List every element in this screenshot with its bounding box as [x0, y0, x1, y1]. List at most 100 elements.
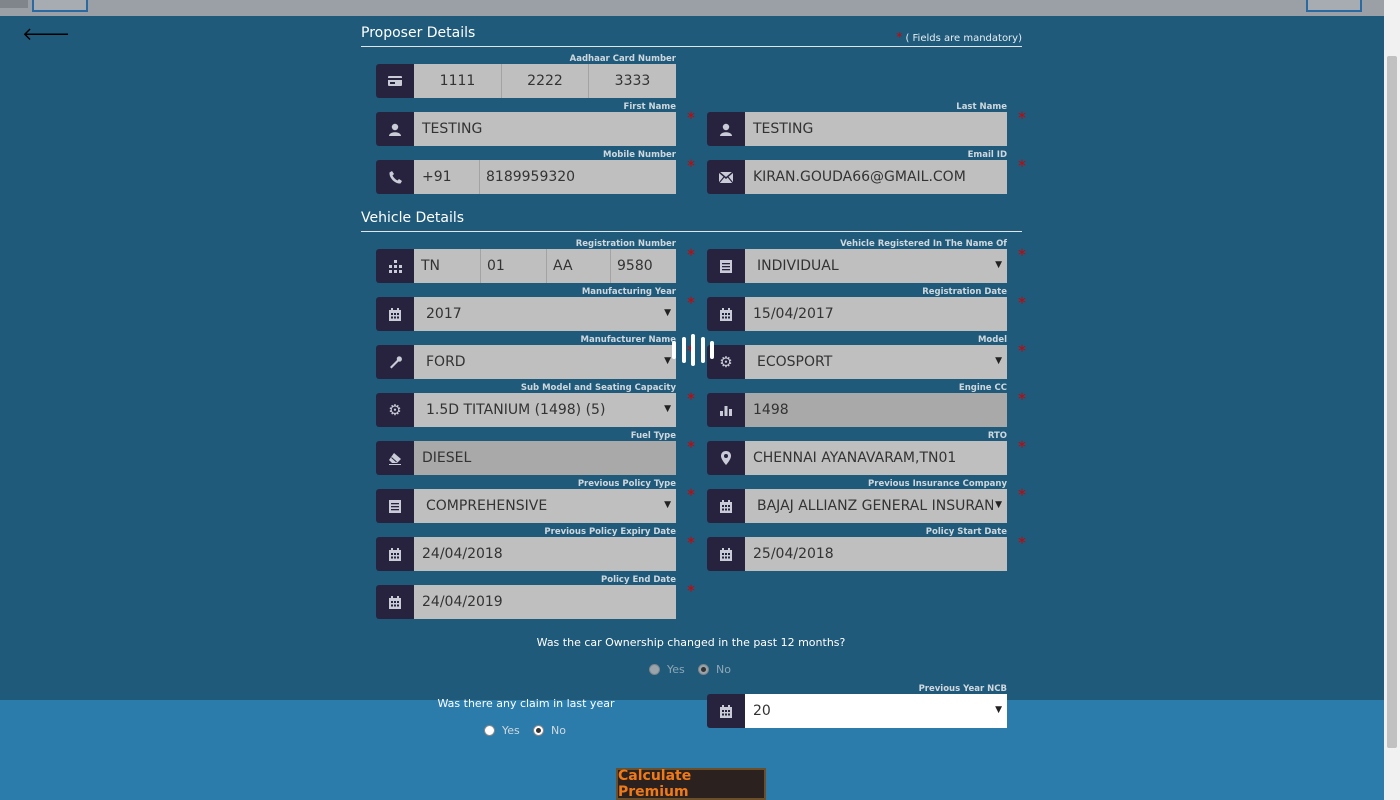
registration-state[interactable]: TN — [414, 249, 480, 283]
first-name-label: First Name — [623, 102, 676, 112]
chevron-down-icon: ▼ — [995, 500, 1002, 510]
registration-number-label: Registration Number — [575, 239, 676, 249]
fuel-type-label: Fuel Type — [630, 431, 676, 441]
radio-selected-icon — [698, 664, 709, 675]
ownership-question: Was the car Ownership changed in the pas… — [536, 636, 846, 649]
rto-input[interactable]: CHENNAI AYANAVARAM,TN01 — [745, 441, 1007, 475]
user-icon — [707, 112, 745, 146]
claim-no-radio[interactable]: No — [533, 724, 566, 737]
policy-start-field: Policy Start Date 25/04/2018 * — [707, 527, 1026, 571]
calendar-icon — [376, 297, 414, 331]
email-field: Email ID KIRAN.GOUDA66@GMAIL.COM * — [707, 150, 1026, 194]
sub-model-field: Sub Model and Seating Capacity ⚙ 1.5D TI… — [376, 383, 695, 427]
registration-series[interactable]: AA — [546, 249, 610, 283]
manufacturing-year-field: Manufacturing Year 2017 ▼ * — [376, 287, 695, 331]
engine-cc-label: Engine CC — [958, 383, 1007, 393]
ownership-yes-radio[interactable]: Yes — [649, 663, 685, 676]
fuel-type-input: DIESEL — [414, 441, 676, 475]
prev-policy-type-select[interactable]: COMPREHENSIVE ▼ — [414, 489, 676, 523]
aadhaar-part-1[interactable]: 1111 — [414, 64, 501, 98]
required-star: * — [687, 437, 695, 456]
radio-selected-icon — [533, 725, 544, 736]
prev-insurer-label: Previous Insurance Company — [868, 479, 1007, 489]
chevron-down-icon: ▼ — [995, 356, 1002, 366]
model-select[interactable]: ECOSPORT ▼ — [745, 345, 1007, 379]
calculate-premium-button[interactable]: Calculate Premium — [616, 768, 766, 800]
mobile-input[interactable]: 8189959320 — [479, 160, 676, 194]
claim-question: Was there any claim in last year — [437, 697, 615, 710]
prev-insurer-select[interactable]: BAJAJ ALLIANZ GENERAL INSURANC ▼ — [745, 489, 1007, 523]
list-icon — [707, 249, 745, 283]
scrollbar[interactable] — [1384, 0, 1400, 800]
policy-end-label: Policy End Date — [601, 575, 676, 585]
scrollbar-thumb[interactable] — [1387, 56, 1397, 748]
model-label: Model — [977, 335, 1007, 345]
vehicle-divider — [361, 231, 1022, 232]
required-star: * — [1018, 437, 1026, 456]
fuel-type-field: Fuel Type DIESEL * — [376, 431, 695, 475]
registration-district[interactable]: 01 — [480, 249, 546, 283]
model-field: Model ⚙ ECOSPORT ▼ * — [707, 335, 1026, 379]
aadhaar-part-2[interactable]: 2222 — [501, 64, 588, 98]
aadhaar-part-3[interactable]: 3333 — [588, 64, 676, 98]
id-card-icon — [376, 64, 414, 98]
calendar-icon — [707, 694, 745, 728]
sub-model-select[interactable]: 1.5D TITANIUM (1498) (5) ▼ — [414, 393, 676, 427]
mobile-country-code[interactable]: +91 — [414, 160, 479, 194]
required-star: * — [687, 581, 695, 600]
user-icon — [376, 112, 414, 146]
envelope-icon — [707, 160, 745, 194]
wrench-icon — [376, 345, 414, 379]
email-label: Email ID — [967, 150, 1007, 160]
mandatory-note: * ( Fields are mandatory) — [896, 30, 1022, 44]
required-star: * — [1018, 341, 1026, 360]
registration-date-label: Registration Date — [922, 287, 1007, 297]
registered-name-select[interactable]: INDIVIDUAL ▼ — [745, 249, 1007, 283]
required-star: * — [1018, 389, 1026, 408]
required-star: * — [687, 533, 695, 552]
chevron-down-icon: ▼ — [664, 500, 671, 510]
first-name-input[interactable]: TESTING — [414, 112, 676, 146]
required-star: * — [1018, 293, 1026, 312]
email-input[interactable]: KIRAN.GOUDA66@GMAIL.COM — [745, 160, 1007, 194]
prev-expiry-input[interactable]: 24/04/2018 — [414, 537, 676, 571]
required-star: * — [687, 485, 695, 504]
proposer-section-title: Proposer Details — [361, 25, 476, 41]
claim-yes-radio[interactable]: Yes — [484, 724, 520, 737]
aadhaar-label: Aadhaar Card Number — [569, 54, 676, 64]
aadhaar-field: Aadhaar Card Number 1111 2222 3333 — [376, 54, 676, 98]
loading-spinner-icon — [672, 334, 714, 366]
manufacturing-year-select[interactable]: 2017 ▼ — [414, 297, 676, 331]
engine-cc-field: Engine CC 1498 * — [707, 383, 1026, 427]
list-icon — [376, 489, 414, 523]
last-name-input[interactable]: TESTING — [745, 112, 1007, 146]
calendar-icon — [376, 537, 414, 571]
top-bar — [0, 0, 1384, 16]
last-name-field: Last Name TESTING * — [707, 102, 1026, 146]
registration-number[interactable]: 9580 — [610, 249, 676, 283]
policy-end-field: Policy End Date 24/04/2019 * — [376, 575, 695, 619]
prev-policy-type-field: Previous Policy Type COMPREHENSIVE ▼ * — [376, 479, 695, 523]
ncb-select[interactable]: 20 ▼ — [745, 694, 1007, 728]
ncb-field: Previous Year NCB 20 ▼ — [707, 684, 1007, 728]
registered-name-field: Vehicle Registered In The Name Of INDIVI… — [707, 239, 1026, 283]
policy-end-input[interactable]: 24/04/2019 — [414, 585, 676, 619]
back-arrow-icon[interactable]: 🡐 — [22, 24, 70, 45]
top-bar-right-button[interactable] — [1306, 0, 1362, 12]
top-bar-left-button[interactable] — [32, 0, 88, 12]
required-star: * — [687, 389, 695, 408]
required-star: * — [687, 293, 695, 312]
gear-icon: ⚙ — [376, 393, 414, 427]
phone-icon — [376, 160, 414, 194]
ownership-no-radio[interactable]: No — [698, 663, 731, 676]
top-bar-tab[interactable] — [0, 0, 28, 8]
policy-start-input[interactable]: 25/04/2018 — [745, 537, 1007, 571]
mobile-field: Mobile Number +91 8189959320 * — [376, 150, 695, 194]
sub-model-label: Sub Model and Seating Capacity — [520, 383, 676, 393]
registration-date-field: Registration Date 15/04/2017 * — [707, 287, 1026, 331]
calendar-icon — [707, 489, 745, 523]
calendar-icon — [376, 585, 414, 619]
manufacturer-select[interactable]: FORD ▼ — [414, 345, 676, 379]
registration-date-input[interactable]: 15/04/2017 — [745, 297, 1007, 331]
prev-policy-type-label: Previous Policy Type — [577, 479, 676, 489]
